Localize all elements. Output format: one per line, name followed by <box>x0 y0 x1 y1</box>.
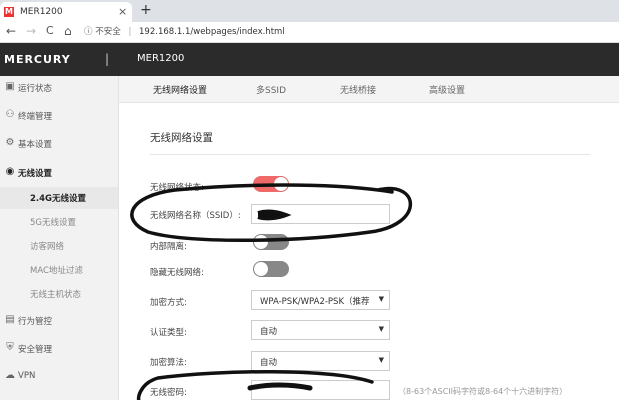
sidebar-subitem-5g[interactable]: 5G无线设置 <box>0 211 118 233</box>
sidebar-item-label: 终端管理 <box>18 112 53 122</box>
chevron-down-icon: ▼ <box>378 325 384 333</box>
mercury-logo: MERCURY <box>4 53 71 66</box>
security-label: 不安全 <box>95 27 121 37</box>
address-bar[interactable]: ⓘ 不安全 | 192.168.1.1/webpages/index.html <box>84 25 285 37</box>
info-icon: ⓘ <box>84 27 93 37</box>
encryption-value: WPA-PSK/WPA2-PSK（推荐 <box>260 297 370 307</box>
gear-icon: ⚙ <box>5 137 15 148</box>
password-hint: （8-63个ASCII码字符或8-64个十六进制字符） <box>398 387 568 396</box>
section-divider <box>150 154 590 155</box>
mercury-favicon-icon: M <box>4 7 14 17</box>
new-tab-icon[interactable]: + <box>140 2 152 18</box>
shield-icon: ⛨ <box>6 342 14 353</box>
tab-multi-ssid[interactable]: 多SSID <box>256 83 286 96</box>
tab-wireless-bridge[interactable]: 无线桥接 <box>340 83 376 96</box>
auth-type-value: 自动 <box>260 327 278 337</box>
algorithm-value: 自动 <box>260 358 278 368</box>
ssid-label: 无线网络名称（SSID）: <box>150 211 241 221</box>
auth-type-select[interactable]: 自动 ▼ <box>251 320 390 340</box>
chevron-down-icon: ▼ <box>378 295 384 303</box>
vpn-icon: ☁ <box>5 370 15 381</box>
sidebar-subitem-label: 2.4G无线设置 <box>30 194 87 204</box>
sidebar-item-label: 行为管控 <box>18 317 53 327</box>
sidebar-subitem-24g[interactable]: 2.4G无线设置 <box>0 187 118 209</box>
sidebar-item-label: 安全管理 <box>18 345 53 355</box>
password-input[interactable] <box>251 380 390 400</box>
encryption-select[interactable]: WPA-PSK/WPA2-PSK（推荐 ▼ <box>251 290 390 310</box>
algorithm-select[interactable]: 自动 ▼ <box>251 351 390 371</box>
sidebar-item-basic[interactable]: ⚙ 基本设置 <box>0 133 118 155</box>
sidebar-subitem-host-status[interactable]: 无线主机状态 <box>0 283 118 305</box>
sidebar-item-wireless[interactable]: ◉ 无线设置 <box>0 162 118 184</box>
encryption-label: 加密方式: <box>150 298 187 308</box>
ssid-input[interactable] <box>251 204 390 224</box>
browser-tab-title: MER1200 <box>20 7 63 17</box>
status-icon: ▣ <box>5 81 15 92</box>
toggle-knob <box>274 177 288 191</box>
sidebar-subitem-guest[interactable]: 访客网络 <box>0 235 118 257</box>
sidebar-item-label: 无线设置 <box>18 169 53 179</box>
sidebar-item-vpn[interactable]: ☁ VPN <box>0 366 118 388</box>
wifi-icon: ◉ <box>5 166 15 177</box>
auth-type-label: 认证类型: <box>150 328 187 338</box>
tab-advanced[interactable]: 高级设置 <box>429 83 465 96</box>
isolation-label: 内部隔离: <box>150 242 187 252</box>
wifi-status-label: 无线网络状态: <box>150 183 204 193</box>
reload-icon[interactable]: C <box>46 24 54 37</box>
back-icon[interactable]: ← <box>6 24 16 38</box>
sidebar-subitem-label: 5G无线设置 <box>30 218 76 228</box>
settings-tabs: 无线网络设置 多SSID 无线桥接 高级设置 <box>119 76 619 103</box>
sidebar-subitem-label: 访客网络 <box>30 242 65 252</box>
browser-tab[interactable]: M MER1200 × <box>0 2 132 22</box>
sidebar-item-terminal[interactable]: ⚇ 终端管理 <box>0 105 118 127</box>
home-icon[interactable]: ⌂ <box>64 24 72 38</box>
sidebar: ▣ 运行状态 ⚇ 终端管理 ⚙ 基本设置 ◉ 无线设置 2.4G无线设置 5G无… <box>0 76 119 400</box>
section-title: 无线网络设置 <box>150 132 213 144</box>
tab-wireless-settings[interactable]: 无线网络设置 <box>153 83 207 96</box>
toggle-knob <box>254 235 268 249</box>
sidebar-item-behavior[interactable]: ▤ 行为管控 <box>0 310 118 332</box>
forward-icon[interactable]: → <box>26 24 36 38</box>
chevron-down-icon: ▼ <box>378 356 384 364</box>
sidebar-subitem-label: 无线主机状态 <box>30 290 82 300</box>
hide-network-label: 隐藏无线网络: <box>150 268 204 278</box>
password-label: 无线密码: <box>150 388 187 398</box>
main-panel: 无线网络设置 多SSID 无线桥接 高级设置 无线网络设置 无线网络状态: 无线… <box>119 76 619 400</box>
address-separator: | <box>128 27 132 37</box>
algorithm-label: 加密算法: <box>150 358 187 368</box>
sidebar-subitem-mac-filter[interactable]: MAC地址过滤 <box>0 259 118 281</box>
behavior-icon: ▤ <box>5 314 15 325</box>
device-name: MER1200 <box>137 53 185 64</box>
header-separator: | <box>105 52 110 66</box>
terminal-icon: ⚇ <box>5 109 15 120</box>
app-header: MERCURY | MER1200 <box>0 43 619 76</box>
isolation-toggle[interactable] <box>253 234 289 250</box>
hide-network-toggle[interactable] <box>253 261 289 277</box>
wifi-status-toggle[interactable] <box>253 176 289 192</box>
sidebar-subitem-label: MAC地址过滤 <box>30 266 83 276</box>
toggle-knob <box>254 262 268 276</box>
close-tab-icon[interactable]: × <box>118 5 127 18</box>
sidebar-item-status[interactable]: ▣ 运行状态 <box>0 77 118 99</box>
browser-tab-bar: M MER1200 × + <box>0 0 619 22</box>
sidebar-item-security[interactable]: ⛨ 安全管理 <box>0 338 118 360</box>
sidebar-item-label: 运行状态 <box>18 84 53 94</box>
sidebar-item-label: VPN <box>18 371 36 381</box>
url-text: 192.168.1.1/webpages/index.html <box>139 27 285 37</box>
sidebar-item-label: 基本设置 <box>18 140 53 150</box>
browser-nav-bar: ← → C ⌂ ⓘ 不安全 | 192.168.1.1/webpages/ind… <box>0 22 619 43</box>
